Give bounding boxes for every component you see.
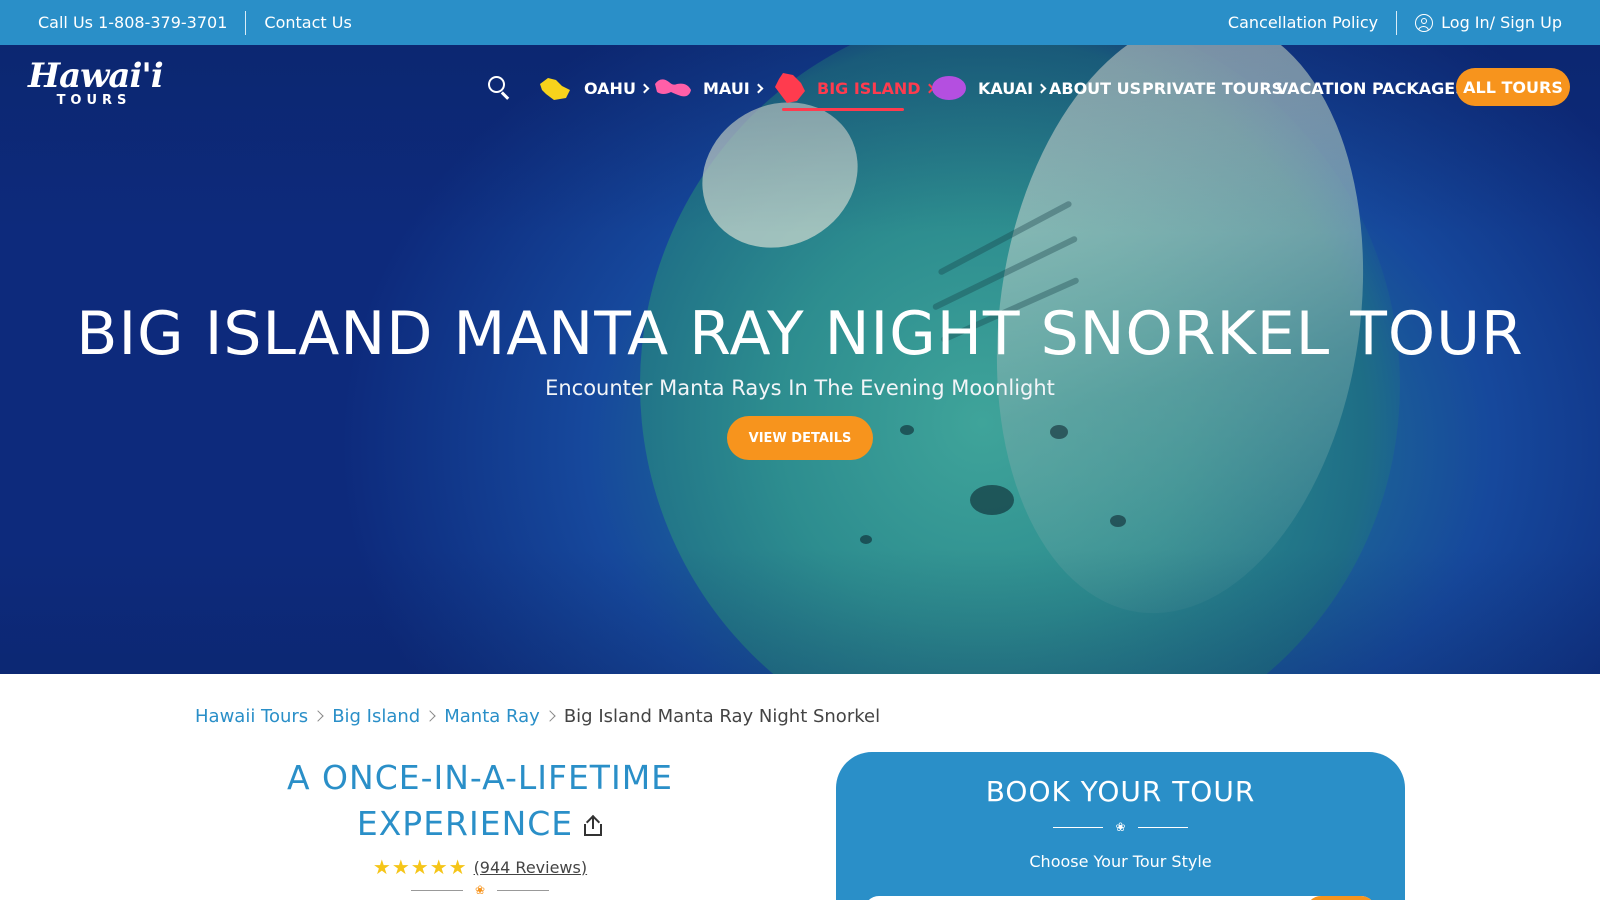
top-bar: Call Us 1-808-379-3701 Contact Us Cancel… — [0, 0, 1600, 45]
booking-title: BOOK YOUR TOUR — [985, 775, 1256, 808]
nav-item-maui[interactable]: MAUI — [653, 68, 764, 108]
reviews-link[interactable]: (944 Reviews) — [474, 858, 588, 877]
user-icon[interactable] — [1415, 13, 1434, 32]
top-bar-divider — [1396, 10, 1398, 35]
experience-title-line1: A ONCE-IN-A-LIFETIME — [286, 758, 674, 797]
tour-style-label: Choose Your Tour Style — [1029, 852, 1212, 871]
nav-item-kauai[interactable]: KAUAI — [930, 68, 1047, 108]
rating-row: ★★★★★ (944 Reviews) — [250, 855, 710, 879]
top-bar-right: Cancellation Policy Log In/ Sign Up — [1228, 0, 1562, 45]
leaf-icon: ❀ — [1115, 820, 1126, 834]
cancellation-policy-link[interactable]: Cancellation Policy — [1228, 13, 1378, 32]
nav-item-label: PRIVATE TOURS — [1142, 78, 1284, 98]
all-tours-button[interactable]: ALL TOURS — [1456, 68, 1570, 106]
booking-panel: BOOK YOUR TOUR ❀ Choose Your Tour Style — [836, 752, 1405, 900]
breadcrumb-current: Big Island Manta Ray Night Snorkel — [563, 705, 881, 727]
big-island-icon — [775, 73, 805, 103]
login-signup-link[interactable]: Log In/ Sign Up — [1441, 13, 1562, 32]
main-nav: OAHU MAUI BIG ISLAND KAUAI ABOUT US PRIV… — [0, 68, 1600, 108]
nav-item-label: BIG ISLAND — [817, 78, 921, 98]
nav-item-about-us[interactable]: ABOUT US — [1049, 68, 1141, 108]
experience-section: A ONCE-IN-A-LIFETIME EXPERIENCE ★★★★★ (9… — [250, 755, 710, 897]
ornament-divider: ❀ — [836, 820, 1405, 834]
chevron-right-icon — [312, 710, 324, 722]
view-details-button[interactable]: VIEW DETAILS — [727, 416, 873, 460]
nav-item-label: VACATION PACKAGES — [1276, 78, 1467, 98]
experience-title-line2: EXPERIENCE — [356, 804, 574, 843]
breadcrumb-link-hawaii-tours[interactable]: Hawaii Tours — [195, 706, 308, 727]
breadcrumb-link-big-island[interactable]: Big Island — [332, 706, 420, 727]
phone-link[interactable]: Call Us 1-808-379-3701 — [38, 13, 227, 32]
chevron-right-icon — [544, 710, 556, 722]
chevron-right-icon — [753, 83, 764, 93]
chevron-right-icon — [424, 710, 436, 722]
star-rating-icon: ★★★★★ — [372, 855, 468, 879]
leaf-icon: ❀ — [474, 883, 486, 897]
search-icon[interactable] — [488, 76, 510, 100]
nav-item-label: MAUI — [703, 78, 750, 98]
nav-item-oahu[interactable]: OAHU — [536, 68, 650, 108]
oahu-island-icon — [540, 78, 570, 100]
nav-item-label: ABOUT US — [1049, 78, 1142, 98]
experience-title-line2-row: EXPERIENCE — [250, 801, 710, 847]
hero-title: BIG ISLAND MANTA RAY NIGHT SNORKEL TOUR — [76, 299, 1524, 369]
ornament-divider: ❀ — [250, 883, 710, 897]
top-bar-left: Call Us 1-808-379-3701 Contact Us — [38, 0, 352, 45]
nav-item-label: KAUAI — [978, 78, 1034, 98]
tour-style-select[interactable] — [864, 896, 1376, 900]
nav-active-underline — [782, 108, 904, 111]
kauai-island-icon — [932, 76, 966, 100]
hero-subtitle: Encounter Manta Rays In The Evening Moon… — [545, 376, 1055, 400]
nav-item-private-tours[interactable]: PRIVATE TOURS — [1142, 68, 1283, 108]
contact-link[interactable]: Contact Us — [264, 13, 351, 32]
nav-item-label: OAHU — [584, 78, 636, 98]
top-bar-divider — [245, 10, 247, 35]
breadcrumb-link-manta-ray[interactable]: Manta Ray — [444, 706, 540, 727]
nav-item-vacation-packages[interactable]: VACATION PACKAGES — [1276, 68, 1467, 108]
chevron-right-icon — [639, 83, 650, 93]
maui-island-icon — [655, 79, 691, 97]
tour-style-select-button[interactable] — [1306, 896, 1376, 900]
share-icon[interactable] — [583, 814, 603, 836]
breadcrumb: Hawaii Tours Big Island Manta Ray Big Is… — [195, 703, 880, 729]
chevron-right-icon — [1036, 83, 1047, 93]
nav-item-big-island[interactable]: BIG ISLAND — [773, 68, 935, 108]
